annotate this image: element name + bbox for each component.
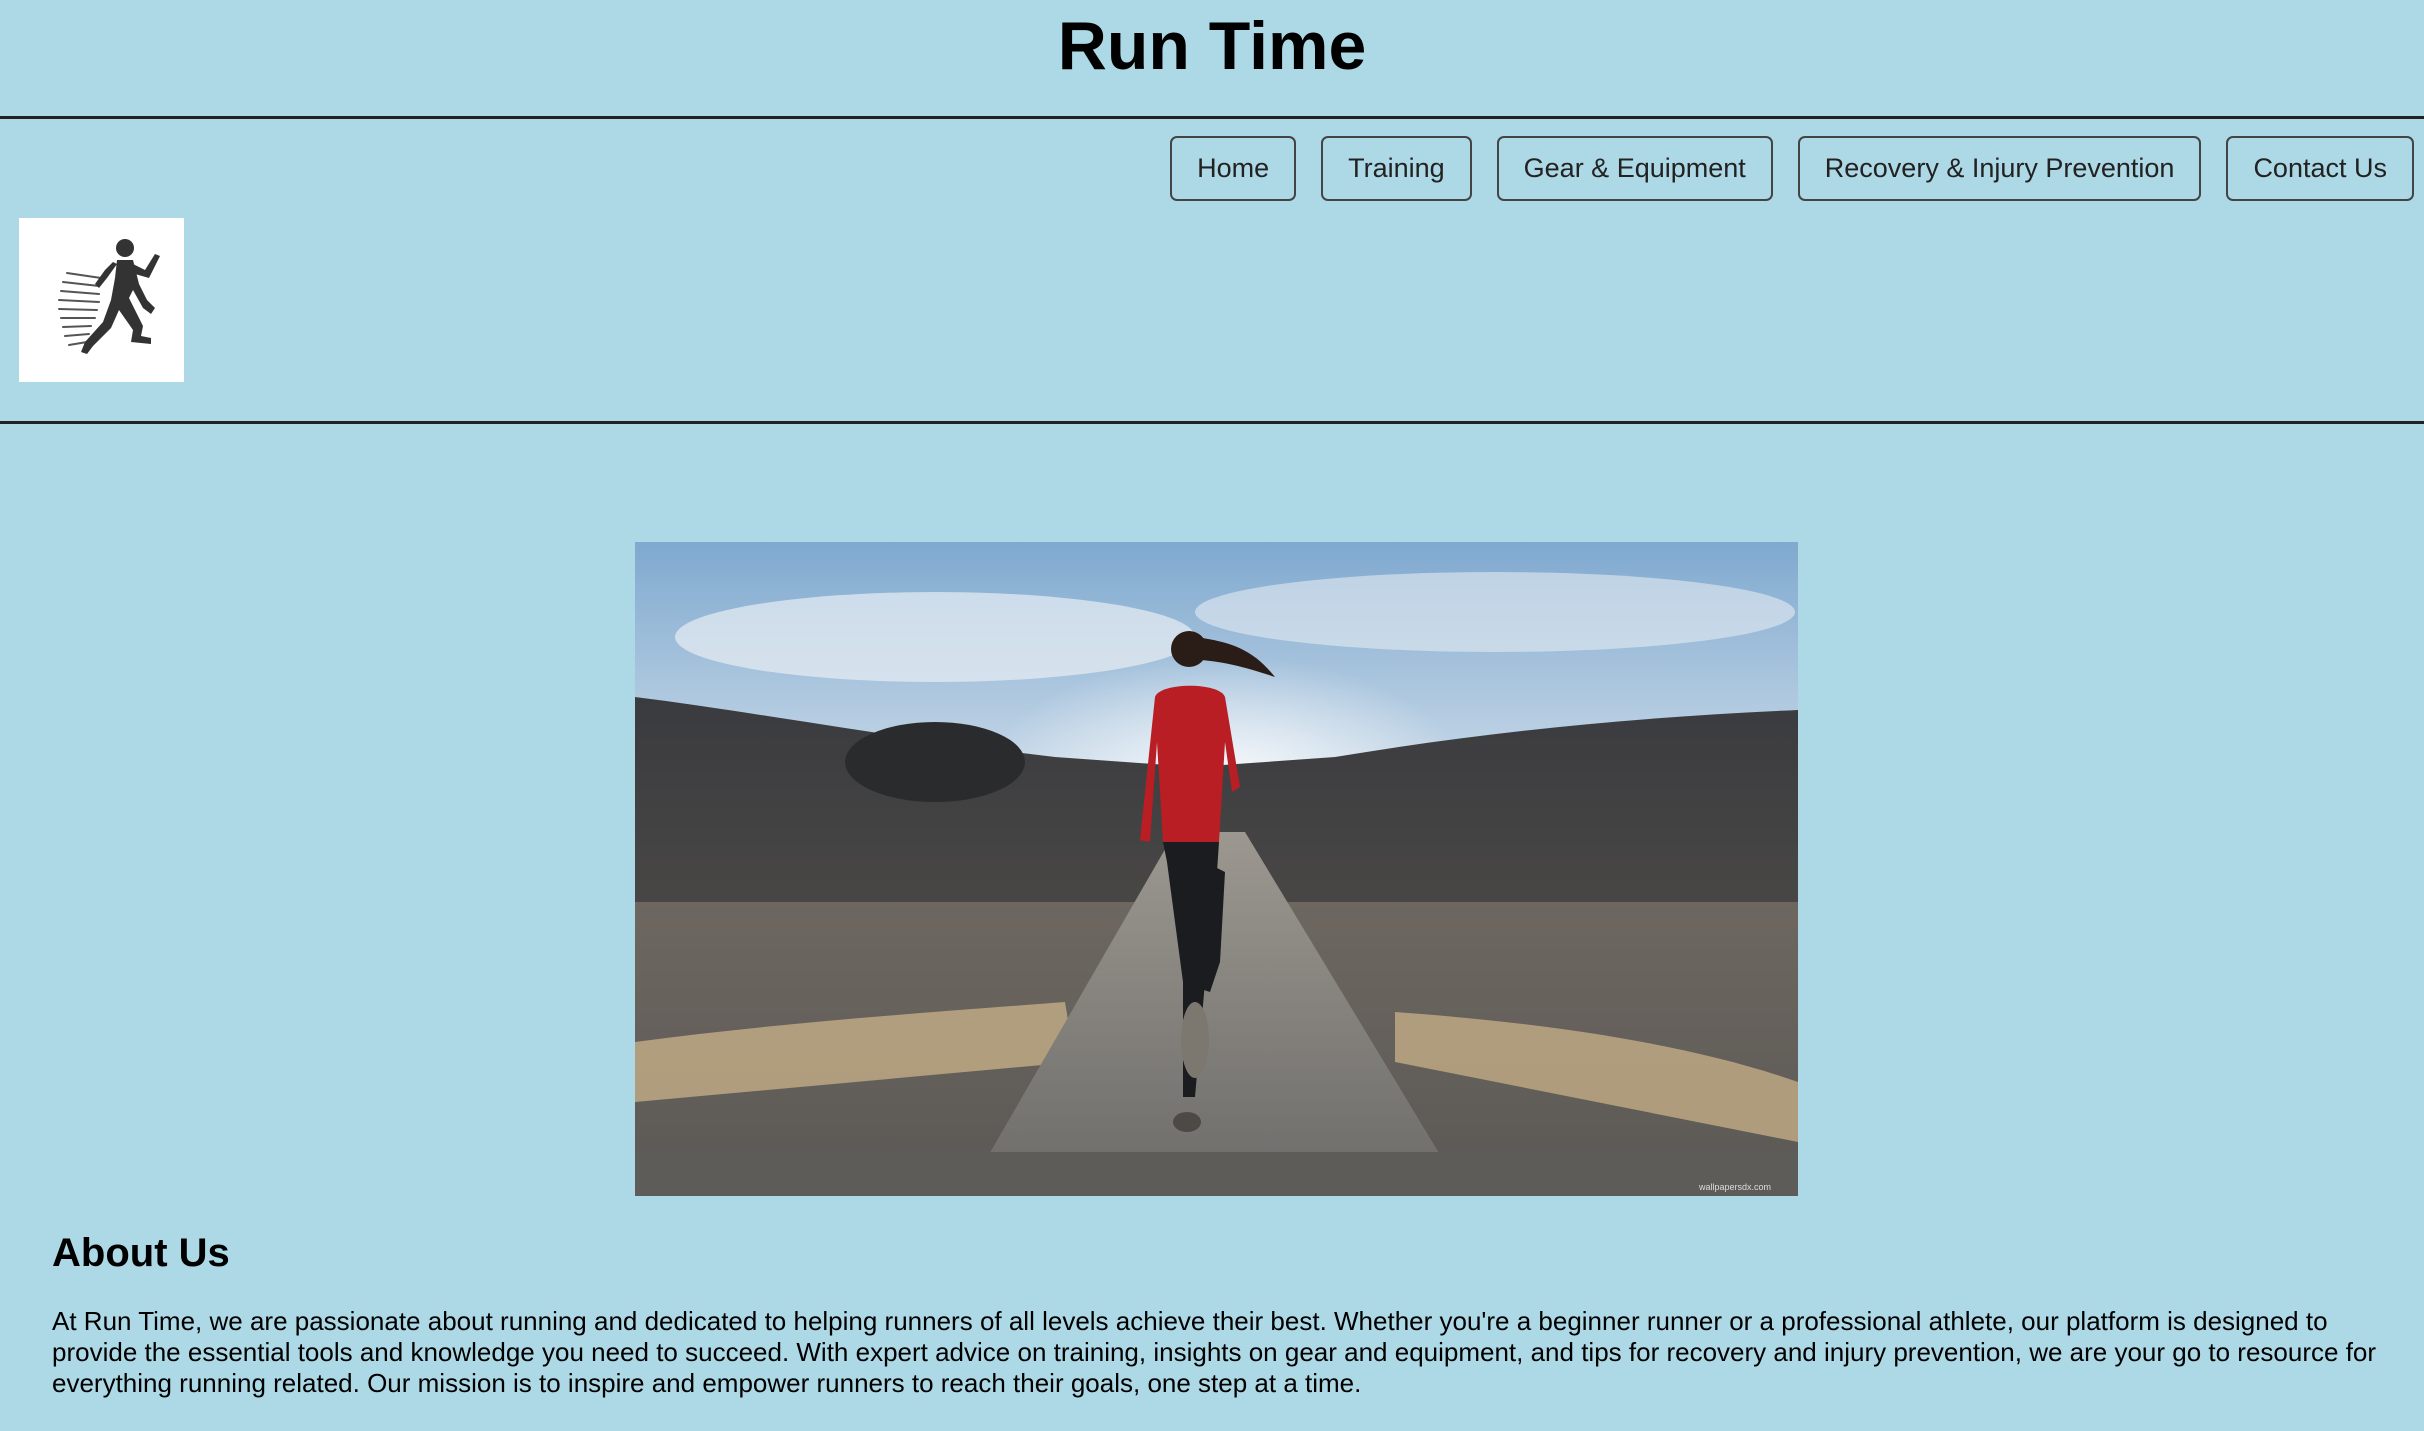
hero-image: wallpapersdx.com bbox=[635, 542, 1798, 1196]
about-heading: About Us bbox=[52, 1231, 230, 1275]
woman-running-on-road-photo: wallpapersdx.com bbox=[635, 542, 1798, 1196]
photo-watermark: wallpapersdx.com bbox=[1698, 1182, 1771, 1192]
header-divider-bottom bbox=[0, 421, 2424, 424]
site-title: Run Time bbox=[1057, 8, 1367, 84]
header-divider-top bbox=[0, 116, 2424, 119]
main-nav: Home Training Gear & Equipment Recovery … bbox=[1170, 136, 2414, 201]
about-paragraph: At Run Time, we are passionate about run… bbox=[52, 1306, 2377, 1398]
nav-gear-equipment-button[interactable]: Gear & Equipment bbox=[1496, 136, 1773, 201]
running-person-icon bbox=[58, 239, 160, 354]
nav-contact-us-button[interactable]: Contact Us bbox=[2226, 136, 2414, 201]
site-logo[interactable] bbox=[19, 218, 184, 382]
nav-training-button[interactable]: Training bbox=[1321, 136, 1472, 201]
nav-home-button[interactable]: Home bbox=[1170, 136, 1297, 201]
nav-recovery-injury-prevention-button[interactable]: Recovery & Injury Prevention bbox=[1797, 136, 2202, 201]
